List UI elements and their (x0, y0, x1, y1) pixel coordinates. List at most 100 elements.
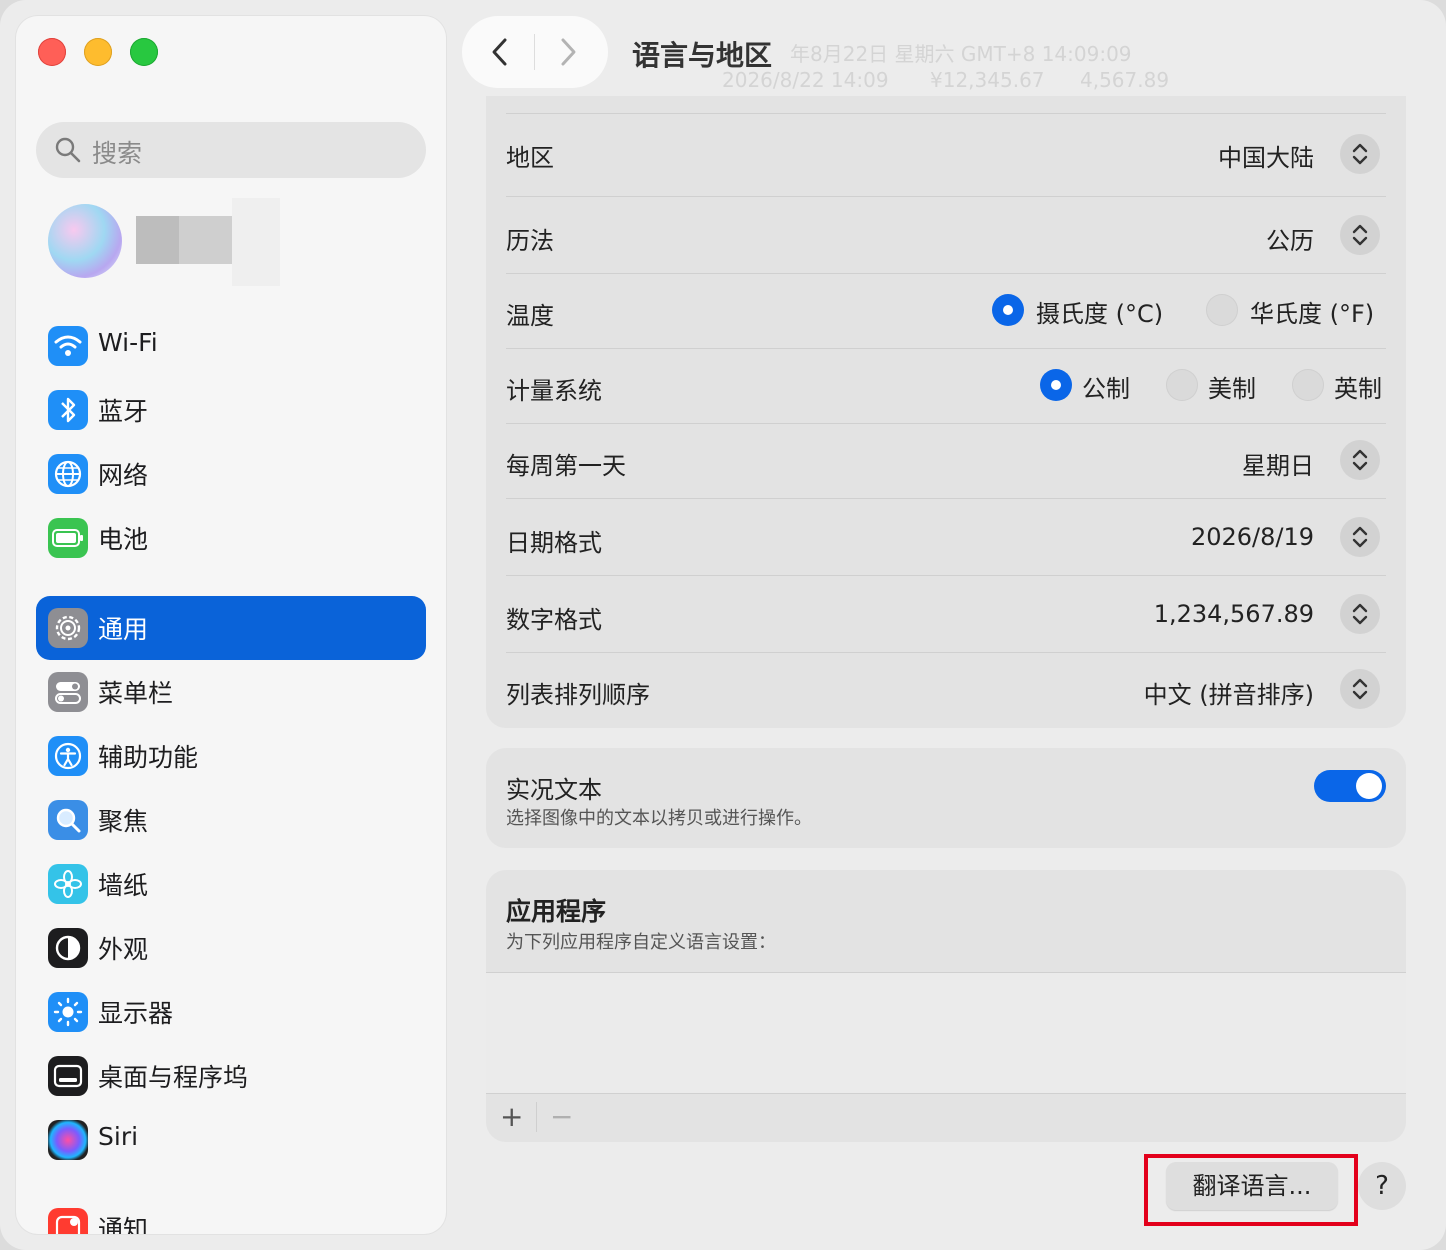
sidebar-item-appearance[interactable]: 外观 (36, 916, 426, 980)
sidebar-item-network[interactable]: 网络 (36, 442, 426, 506)
sidebar: 搜索 Wi-Fi 蓝牙 网络 电池 通用 菜单栏 辅助功能 聚焦 墙纸 外观 显… (16, 16, 446, 1234)
live-text-title: 实况文本 (506, 776, 602, 804)
back-chevron-icon[interactable] (486, 36, 514, 68)
sidebar-item-wallpaper[interactable]: 墙纸 (36, 852, 426, 916)
help-button[interactable]: ? (1358, 1162, 1406, 1210)
navigation-buttons (462, 16, 608, 88)
us-radio[interactable] (1166, 369, 1198, 401)
search-icon (55, 137, 81, 163)
sidebar-item-label: 墙纸 (98, 871, 149, 900)
sidebar-item-battery[interactable]: 电池 (36, 506, 426, 570)
search-input[interactable]: 搜索 (36, 122, 426, 178)
number-format-row: 数字格式 1,234,567.89 (506, 576, 1386, 652)
sidebar-item-siri[interactable]: Siri (36, 1108, 426, 1172)
chevron-updown-icon (1352, 678, 1368, 700)
account-name-redacted-bg (232, 198, 280, 286)
number-format-value[interactable]: 1,234,567.89 (1154, 600, 1314, 628)
sidebar-item-label: Wi-Fi (98, 328, 158, 357)
date-format-value[interactable]: 2026/8/19 (1191, 523, 1314, 551)
sidebar-item-general[interactable]: 通用 (36, 596, 426, 660)
us-label[interactable]: 美制 (1208, 369, 1256, 404)
chevron-updown-icon (1352, 143, 1368, 165)
calendar-row: 历法 公历 (506, 197, 1386, 273)
minimize-window-button[interactable] (84, 38, 112, 66)
measurement-label: 计量系统 (506, 377, 602, 405)
list-sort-stepper[interactable] (1340, 669, 1380, 709)
celsius-radio[interactable] (992, 294, 1024, 326)
region-settings-card: 地区 中国大陆 历法 公历 温度 摄氏度 (°C) 华氏度 (°F) 计量系统 … (486, 96, 1406, 728)
calendar-stepper[interactable] (1340, 215, 1380, 255)
gear-icon (48, 608, 88, 648)
sidebar-item-label: 网络 (98, 461, 149, 490)
globe-icon (48, 454, 88, 494)
sidebar-item-wifi[interactable]: Wi-Fi (36, 314, 426, 378)
sidebar-item-label: 聚焦 (98, 807, 149, 836)
add-app-button[interactable]: + (500, 1100, 523, 1133)
sidebar-item-notifications[interactable]: 通知 (36, 1196, 426, 1234)
appearance-icon (48, 928, 88, 968)
metric-radio[interactable] (1040, 369, 1072, 401)
spotlight-icon (48, 800, 88, 840)
first-day-stepper[interactable] (1340, 440, 1380, 480)
uk-label[interactable]: 英制 (1334, 369, 1382, 404)
first-day-value[interactable]: 星期日 (1242, 446, 1314, 481)
avatar[interactable] (48, 204, 122, 278)
bluetooth-icon (48, 390, 88, 430)
fahrenheit-radio[interactable] (1206, 294, 1238, 326)
divider (536, 1102, 537, 1132)
menubar-icon (48, 672, 88, 712)
live-text-toggle[interactable] (1314, 770, 1386, 802)
search-placeholder: 搜索 (92, 139, 143, 168)
sidebar-item-spotlight[interactable]: 聚焦 (36, 788, 426, 852)
sidebar-item-menubar[interactable]: 菜单栏 (36, 660, 426, 724)
sidebar-item-displays[interactable]: 显示器 (36, 980, 426, 1044)
sidebar-item-bluetooth[interactable]: 蓝牙 (36, 378, 426, 442)
calendar-value[interactable]: 公历 (1266, 221, 1314, 256)
account-name-redacted[interactable] (136, 216, 232, 264)
date-format-row: 日期格式 2026/8/19 (506, 499, 1386, 575)
forward-chevron-icon[interactable] (554, 36, 582, 68)
preview-ghost-number: 4,567.89 (1080, 68, 1170, 92)
number-format-stepper[interactable] (1340, 594, 1380, 634)
wallpaper-icon (48, 864, 88, 904)
remove-app-button[interactable]: − (550, 1100, 573, 1133)
sidebar-item-accessibility[interactable]: 辅助功能 (36, 724, 426, 788)
apps-list[interactable] (486, 973, 1406, 1093)
zoom-window-button[interactable] (130, 38, 158, 66)
close-window-button[interactable] (38, 38, 66, 66)
live-text-card: 实况文本 选择图像中的文本以拷贝或进行操作。 (486, 748, 1406, 848)
apps-title: 应用程序 (506, 897, 607, 926)
sidebar-item-label: 通知 (98, 1215, 149, 1234)
toggle-knob (1356, 773, 1382, 799)
region-row: 地区 中国大陆 (506, 114, 1386, 196)
list-sort-row: 列表排列顺序 中文 (拼音排序) (506, 653, 1386, 727)
region-label: 地区 (506, 144, 554, 172)
notification-icon (48, 1208, 88, 1234)
fahrenheit-label[interactable]: 华氏度 (°F) (1250, 294, 1374, 329)
chevron-updown-icon (1352, 526, 1368, 548)
chevron-updown-icon (1352, 449, 1368, 471)
calendar-label: 历法 (506, 227, 554, 255)
region-stepper[interactable] (1340, 134, 1380, 174)
first-day-row: 每周第一天 星期日 (506, 424, 1386, 498)
accessibility-icon (48, 736, 88, 776)
display-icon (48, 992, 88, 1032)
metric-label[interactable]: 公制 (1082, 369, 1130, 404)
preview-ghost-text: 年8月22日 星期六 GMT+8 14:09:09 (790, 42, 1132, 66)
number-format-label: 数字格式 (506, 606, 602, 634)
celsius-label[interactable]: 摄氏度 (°C) (1036, 294, 1163, 329)
dock-icon (48, 1056, 88, 1096)
date-format-stepper[interactable] (1340, 517, 1380, 557)
sidebar-item-label: Siri (98, 1122, 139, 1151)
uk-radio[interactable] (1292, 369, 1324, 401)
live-text-subtitle: 选择图像中的文本以拷贝或进行操作。 (506, 808, 812, 829)
settings-window: 搜索 Wi-Fi 蓝牙 网络 电池 通用 菜单栏 辅助功能 聚焦 墙纸 外观 显… (0, 0, 1446, 1250)
preview-ghost-date: 2026/8/22 14:09 (722, 68, 889, 92)
list-sort-value[interactable]: 中文 (拼音排序) (1144, 675, 1314, 710)
region-value[interactable]: 中国大陆 (1218, 138, 1314, 173)
battery-icon (48, 518, 88, 558)
chevron-updown-icon (1352, 603, 1368, 625)
chevron-updown-icon (1352, 224, 1368, 246)
sidebar-item-desktop-dock[interactable]: 桌面与程序坞 (36, 1044, 426, 1108)
sidebar-item-label: 显示器 (98, 999, 174, 1028)
